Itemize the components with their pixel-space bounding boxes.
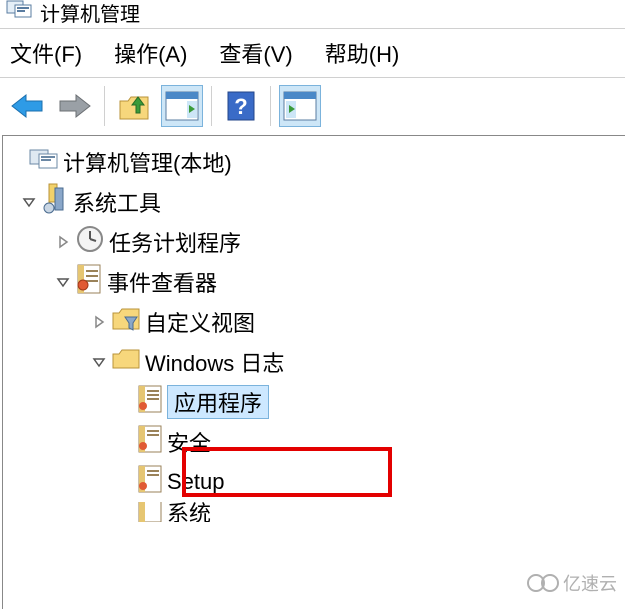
tree-node-system-tools[interactable]: 系统工具 bbox=[7, 182, 625, 222]
tree-label: 事件查看器 bbox=[107, 266, 217, 298]
toolbar: ? bbox=[0, 77, 625, 133]
expander-open[interactable] bbox=[53, 272, 73, 292]
expander-closed[interactable] bbox=[89, 312, 109, 332]
folder-filter-icon bbox=[111, 305, 141, 339]
up-folder-icon bbox=[118, 91, 150, 121]
annotation-highlight bbox=[182, 447, 392, 497]
back-arrow-icon bbox=[10, 93, 44, 119]
log-icon bbox=[137, 384, 163, 420]
run-pane-button[interactable] bbox=[279, 85, 321, 127]
system-tools-icon bbox=[41, 182, 69, 222]
tree-label: 自定义视图 bbox=[145, 306, 255, 338]
titlebar: 计算机管理 bbox=[0, 0, 625, 28]
toolbar-separator bbox=[270, 86, 271, 126]
run-pane-icon bbox=[283, 91, 317, 121]
log-icon bbox=[137, 464, 163, 500]
tree-label: 计算机管理(本地) bbox=[63, 146, 232, 178]
tree-label: Windows 日志 bbox=[145, 346, 284, 378]
toolbar-separator bbox=[104, 86, 105, 126]
tree-label: 任务计划程序 bbox=[109, 226, 241, 258]
svg-text:?: ? bbox=[234, 94, 247, 119]
expander-open[interactable] bbox=[19, 192, 39, 212]
log-icon bbox=[137, 424, 163, 460]
watermark: 亿速云 bbox=[527, 570, 617, 596]
properties-button[interactable] bbox=[161, 85, 203, 127]
log-icon bbox=[137, 502, 163, 522]
properties-pane-icon bbox=[165, 91, 199, 121]
event-viewer-icon bbox=[75, 263, 103, 301]
back-button[interactable] bbox=[6, 85, 48, 127]
computer-mgmt-icon bbox=[29, 146, 59, 178]
tree-label: 系统 bbox=[167, 502, 211, 522]
folder-icon bbox=[111, 346, 141, 378]
help-icon: ? bbox=[226, 90, 256, 122]
tree-node-application[interactable]: 应用程序 bbox=[7, 382, 625, 422]
toolbar-separator bbox=[211, 86, 212, 126]
tree-label: 系统工具 bbox=[73, 186, 161, 218]
clock-icon bbox=[75, 224, 105, 260]
app-icon bbox=[6, 0, 32, 26]
tree-node-custom-views[interactable]: 自定义视图 bbox=[7, 302, 625, 342]
tree-node-task-scheduler[interactable]: 任务计划程序 bbox=[7, 222, 625, 262]
tree-node-system[interactable]: 系统 bbox=[7, 502, 625, 522]
menu-action[interactable]: 操作(A) bbox=[114, 37, 187, 69]
menubar: 文件(F) 操作(A) 查看(V) 帮助(H) bbox=[0, 28, 625, 77]
menu-view[interactable]: 查看(V) bbox=[219, 37, 292, 69]
tree-node-root[interactable]: 计算机管理(本地) bbox=[7, 142, 625, 182]
forward-arrow-icon bbox=[58, 93, 92, 119]
help-button[interactable]: ? bbox=[220, 85, 262, 127]
forward-button[interactable] bbox=[54, 85, 96, 127]
up-button[interactable] bbox=[113, 85, 155, 127]
window-title: 计算机管理 bbox=[40, 0, 140, 27]
tree-node-event-viewer[interactable]: 事件查看器 bbox=[7, 262, 625, 302]
menu-help[interactable]: 帮助(H) bbox=[325, 37, 400, 69]
tree-label-selected: 应用程序 bbox=[167, 385, 269, 419]
tree-node-windows-logs[interactable]: Windows 日志 bbox=[7, 342, 625, 382]
expander-closed[interactable] bbox=[53, 232, 73, 252]
tree-panel: 计算机管理(本地) 系统工具 任务计划程序 bbox=[2, 135, 625, 609]
watermark-text: 亿速云 bbox=[563, 570, 617, 596]
expander-open[interactable] bbox=[89, 352, 109, 372]
menu-file[interactable]: 文件(F) bbox=[10, 37, 82, 69]
